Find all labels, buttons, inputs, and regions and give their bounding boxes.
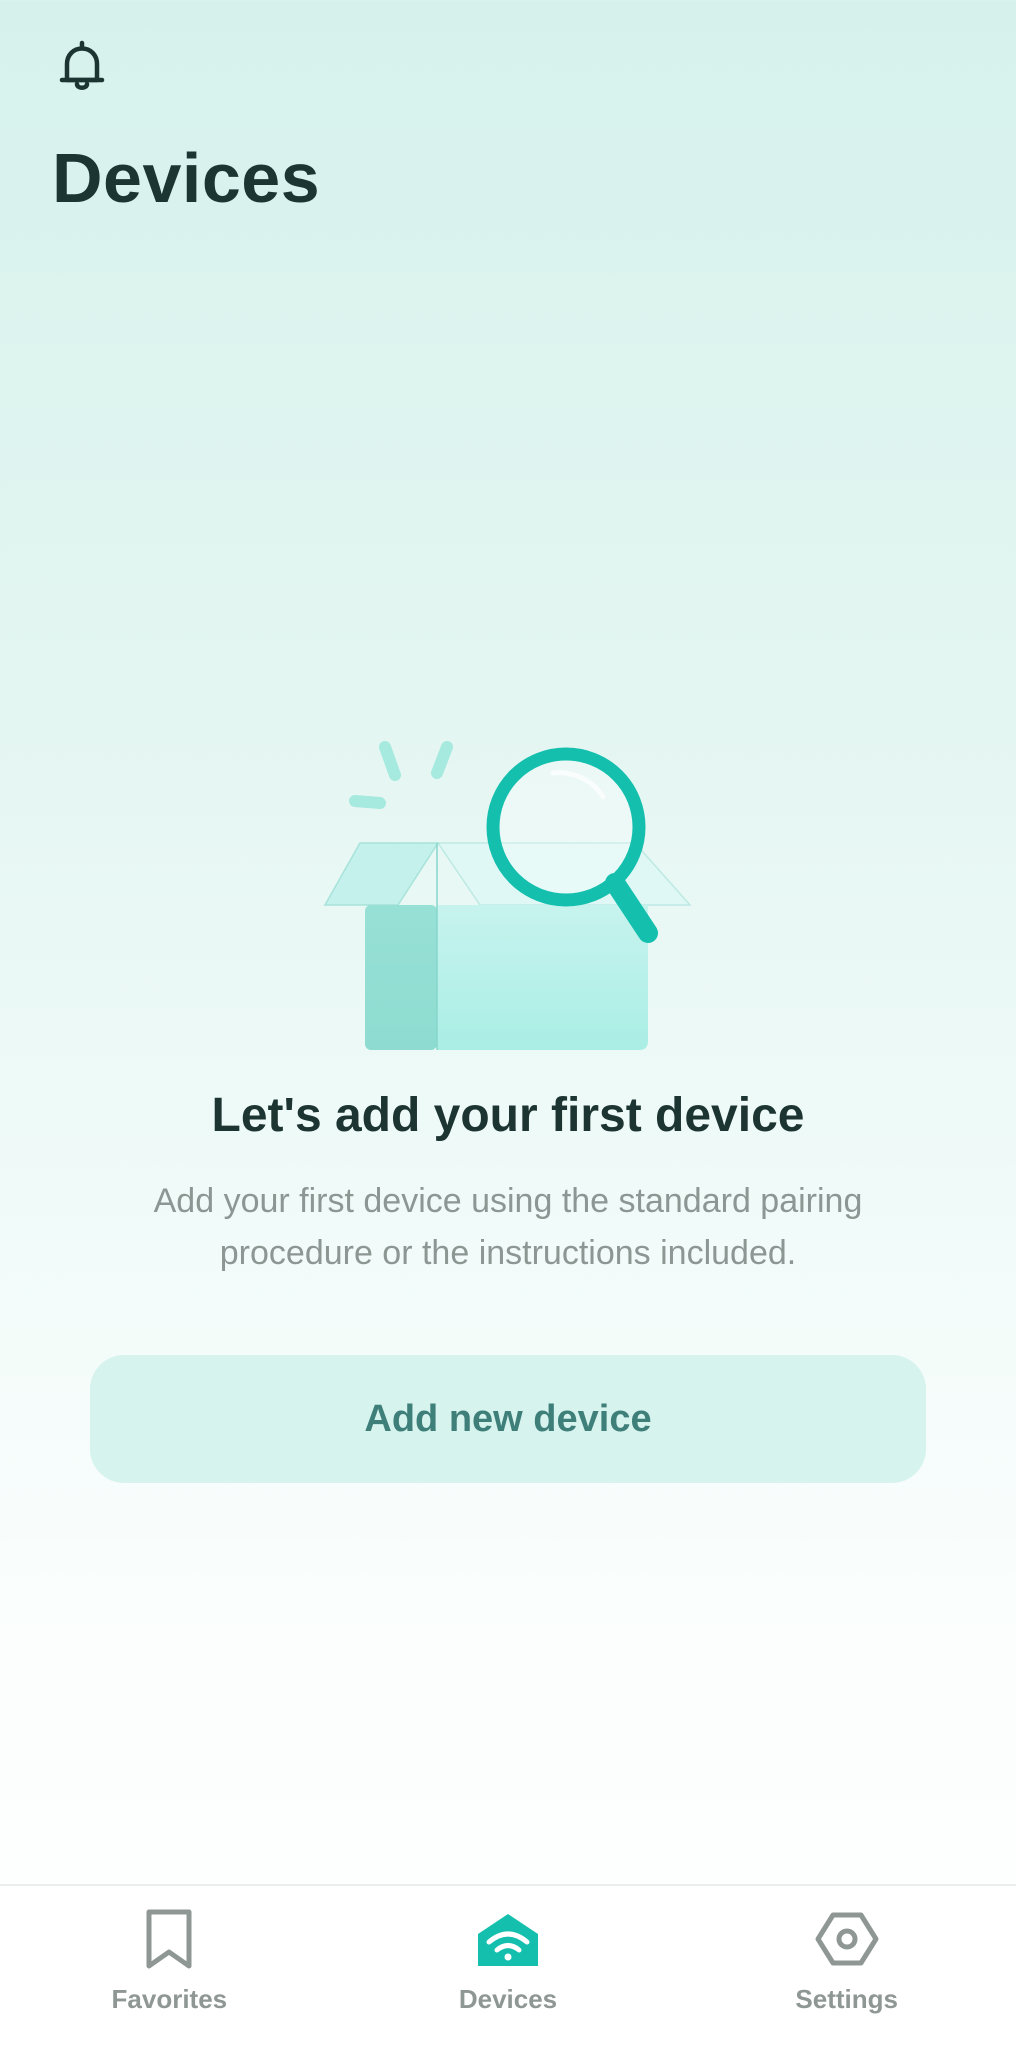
nav-item-settings[interactable]: Settings [677,1886,1016,2050]
nav-item-devices[interactable]: Devices [339,1886,678,2050]
bell-icon[interactable] [52,36,112,96]
empty-state-description: Add your first device using the standard… [153,1182,863,1272]
hexagon-gear-icon [815,1912,879,1966]
empty-box-illustration [323,741,692,1050]
nav-item-favorites[interactable]: Favorites [0,1886,339,2050]
add-new-device-button[interactable]: Add new device [90,1355,926,1483]
bookmark-icon [146,1909,192,1969]
bottom-navigation: Favorites Devices Settings [0,1884,1016,2050]
nav-label-settings: Settings [795,1984,898,2014]
nav-label-favorites: Favorites [111,1984,228,2014]
nav-label-devices: Devices [458,1984,558,2014]
empty-state-title: Let's add your first device [211,1089,805,1142]
home-wifi-icon [478,1914,538,1966]
devices-screen: Devices Let's add your first device Add … [0,0,1016,2050]
page-title: Devices [52,139,321,217]
